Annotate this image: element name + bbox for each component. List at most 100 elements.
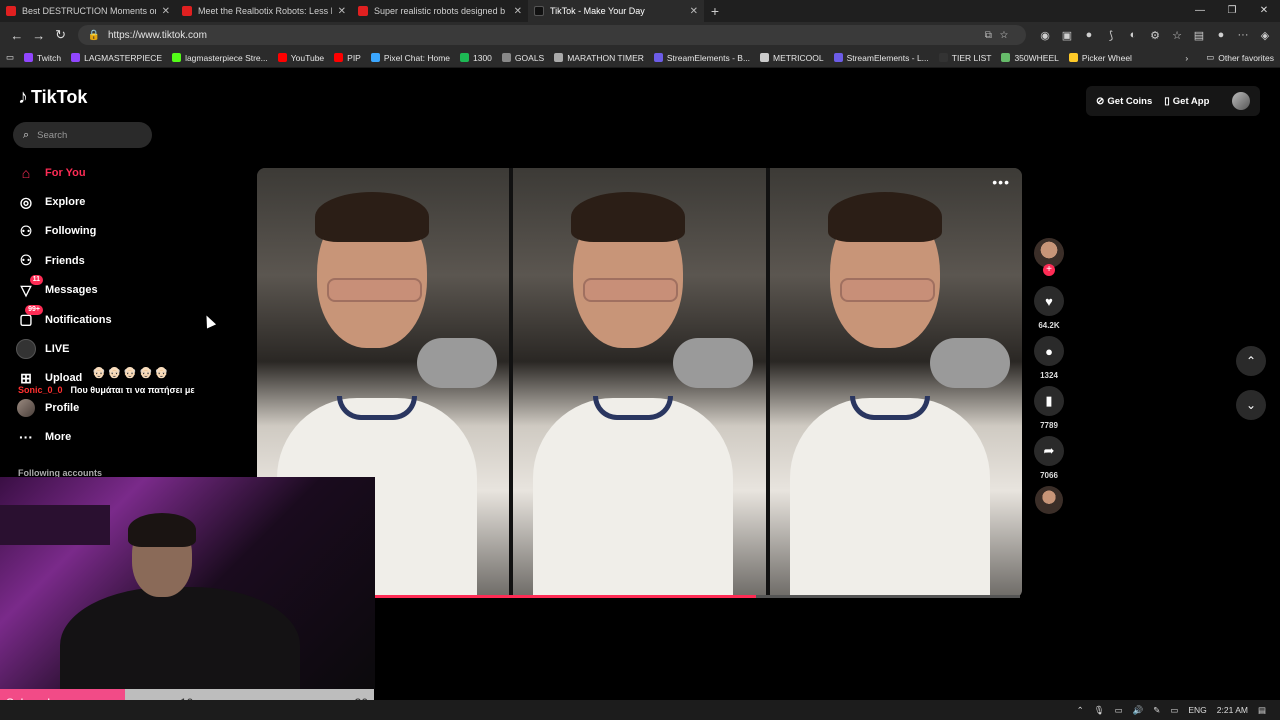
url-text: https://www.tiktok.com [107, 29, 207, 41]
browser-tab-active[interactable]: TikTok - Make Your Day ✕ [528, 0, 704, 22]
close-tab-icon[interactable]: ✕ [162, 6, 170, 17]
sidebar-item-live[interactable]: LIVE [16, 334, 236, 363]
minimize-icon[interactable]: — [1184, 0, 1216, 22]
battery-icon[interactable]: ▭ [1170, 705, 1178, 716]
extension-icon[interactable]: ⟆ [1102, 26, 1120, 44]
profile-icon[interactable]: ● [1212, 26, 1230, 44]
bookmark-item[interactable]: Twitch [24, 53, 61, 63]
tier-list-icon [938, 53, 948, 62]
save-button[interactable]: ▮ 7789 [1032, 386, 1066, 430]
browser-tab[interactable]: Super realistic robots designed b ✕ [352, 0, 528, 22]
other-favorites[interactable]: › ▭ Other favorites [1185, 52, 1274, 63]
bookmark-item[interactable]: GOALS [501, 53, 544, 63]
microphone-icon[interactable]: 🎙 [1094, 705, 1105, 716]
comment-button[interactable]: ● 1324 [1032, 336, 1066, 380]
tray-icon[interactable]: ▭ [1115, 705, 1123, 716]
chat-line: 👴🏻👴🏻👴🏻👴🏻👴🏻 [0, 365, 250, 379]
sidebar-item-for-you[interactable]: ⌂ For You [16, 158, 236, 187]
previous-video-button[interactable]: ⌃ [1236, 346, 1266, 376]
video-frame [513, 168, 770, 598]
video-progress-bar[interactable] [375, 595, 1020, 598]
chevron-right-icon[interactable]: › [1185, 53, 1188, 63]
tiktok-logo[interactable]: ♪ TikTok [18, 86, 87, 109]
copilot-icon[interactable]: ◈ [1256, 26, 1274, 44]
kick-icon [172, 53, 182, 62]
language-indicator[interactable]: ENG [1188, 705, 1206, 715]
bookmark-item[interactable]: lagmasterpiece Stre... [172, 53, 268, 63]
bookmark-item[interactable]: PIP [334, 53, 361, 63]
close-window-icon[interactable]: ✕ [1248, 0, 1280, 22]
close-tab-icon[interactable]: ✕ [338, 6, 346, 17]
clock[interactable]: 2:21 AM [1217, 705, 1248, 715]
bookmark-item[interactable]: Pixel Chat: Home [370, 53, 450, 63]
forward-icon[interactable]: → [28, 28, 50, 43]
url-field[interactable]: 🔒 https://www.tiktok.com ⧉☆ [77, 25, 1026, 45]
bookmark-item[interactable]: LAGMASTERPIECE [71, 53, 162, 63]
sidebar-item-profile[interactable]: Profile [16, 393, 236, 422]
messages-badge: 11 [29, 275, 43, 286]
chat-line: Sonic_0_0 Που θυμάται τι να πατήσει με [0, 383, 250, 397]
get-coins-button[interactable]: ⊘ Get Coins [1096, 96, 1152, 107]
next-video-button[interactable]: ⌄ [1236, 390, 1266, 420]
tray-chevron-icon[interactable]: ⌃ [1077, 705, 1084, 716]
browser-tab[interactable]: Meet the Realbotix Robots: Less F ✕ [176, 0, 352, 22]
music-disc-icon[interactable] [1035, 486, 1063, 514]
new-tab-button[interactable]: + [704, 3, 726, 19]
favorites-icon[interactable]: ☆ [1168, 26, 1186, 44]
back-icon[interactable]: ← [6, 28, 28, 43]
volume-icon[interactable]: 🔊 [1133, 705, 1144, 716]
sidebar-item-explore[interactable]: ◎ Explore [16, 187, 236, 216]
video-actions: + ♥ 64.2K ● 1324 ▮ 7789 ➦ 7066 [1032, 238, 1066, 514]
bookmark-item[interactable]: YouTube [277, 53, 324, 63]
restore-icon[interactable]: ❐ [1216, 0, 1248, 22]
share-button[interactable]: ➦ 7066 [1032, 436, 1066, 480]
bookmark-label: MARATHON TIMER [567, 52, 644, 63]
close-tab-icon[interactable]: ✕ [514, 6, 522, 17]
sidebar-item-label: Friends [45, 254, 85, 267]
extension-icon[interactable]: ● [1080, 26, 1098, 44]
sidebar-item-messages[interactable]: ▽ 11 Messages [16, 275, 236, 305]
sidebar-item-more[interactable]: ··· More [16, 423, 236, 452]
bookmarks-bar: ▭ Twitch LAGMASTERPIECE lagmasterpiece S… [0, 48, 1280, 68]
menu-dots-icon[interactable]: ··· [1234, 26, 1252, 44]
extension-icon[interactable]: ◉ [1036, 26, 1054, 44]
bookmark-item[interactable]: TIER LIST [938, 53, 991, 63]
like-button[interactable]: ♥ 64.2K [1032, 286, 1066, 330]
browser-tab-bar: Best DESTRUCTION Moments on ✕ Meet the Re… [0, 0, 1280, 22]
puzzle-icon[interactable]: ⚙ [1146, 26, 1164, 44]
search-input[interactable]: ⌕ Search [13, 122, 152, 148]
picker-wheel-icon [1068, 53, 1078, 62]
webcam-overlay [0, 477, 375, 689]
close-tab-icon[interactable]: ✕ [690, 6, 698, 17]
refresh-icon[interactable]: ↻ [50, 27, 72, 43]
live-icon [16, 339, 36, 360]
profile-avatar [16, 398, 36, 418]
get-app-button[interactable]: ▯ Get App [1164, 96, 1209, 107]
bookmark-item[interactable]: METRICOOL [760, 53, 824, 63]
pen-icon[interactable]: ✎ [1153, 705, 1160, 716]
browser-tab[interactable]: Best DESTRUCTION Moments on ✕ [0, 0, 176, 22]
search-placeholder: Search [37, 129, 68, 141]
follow-plus-icon[interactable]: + [1043, 264, 1055, 276]
video-more-icon[interactable]: ••• [992, 174, 1010, 190]
sidebar-item-friends[interactable]: ⚇ Friends [16, 246, 236, 275]
bookmark-item[interactable]: 1300 [460, 53, 492, 63]
bookmark-item[interactable]: 350WHEEL [1001, 53, 1059, 63]
user-avatar[interactable] [1232, 92, 1250, 110]
bookmark-item[interactable]: Picker Wheel [1068, 53, 1132, 63]
bookmark-item[interactable]: StreamElements - B... [653, 53, 750, 63]
sidebar-item-following[interactable]: ⚇ Following [16, 217, 236, 246]
reading-list-icon[interactable]: ▭ [6, 52, 14, 63]
home-icon: ⌂ [21, 164, 31, 181]
notification-center-icon[interactable]: ▤ [1258, 705, 1266, 716]
collections-icon[interactable]: ▤ [1190, 26, 1208, 44]
creator-avatar[interactable]: + [1034, 238, 1064, 276]
following-icon: ⚇ [19, 222, 33, 239]
favorite-star-icon[interactable]: ⧉☆ [985, 30, 1016, 41]
bookmark-item[interactable]: MARATHON TIMER [554, 53, 644, 63]
bookmark-item[interactable]: StreamElements - L... [833, 53, 929, 63]
video-progress-fill [375, 595, 756, 598]
extension-icon[interactable]: ▣ [1058, 26, 1076, 44]
extension-icon[interactable]: ◐ [1124, 26, 1142, 44]
bookmark-label: lagmasterpiece Stre... [185, 52, 268, 63]
